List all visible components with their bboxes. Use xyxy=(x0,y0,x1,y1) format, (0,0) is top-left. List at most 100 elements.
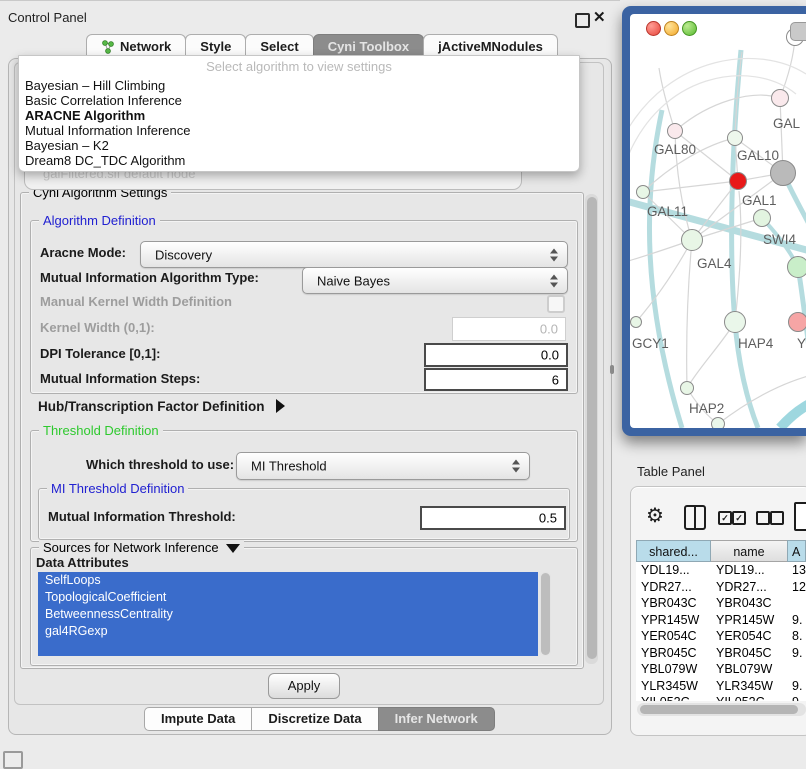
mi-type-value: Naive Bayes xyxy=(317,273,390,288)
select-all-icon[interactable]: ✓ xyxy=(732,511,746,525)
mi-type-combo[interactable]: Naive Bayes xyxy=(302,267,568,294)
export-table-icon[interactable] xyxy=(794,502,806,531)
attribute-item[interactable]: gal4RGexp xyxy=(38,623,538,640)
network-node-gal1[interactable] xyxy=(729,172,747,190)
network-node[interactable] xyxy=(770,160,796,186)
kernel-width-input[interactable]: 0.0 xyxy=(452,317,566,341)
settings-scrollbar[interactable] xyxy=(585,194,598,664)
table-row[interactable]: YDR27...YDR27...12 xyxy=(636,579,806,596)
node-label: GAL1 xyxy=(742,193,777,208)
tab-discretize-data[interactable]: Discretize Data xyxy=(251,707,378,731)
network-node-gcy1[interactable] xyxy=(630,316,642,328)
window-zoom-icon[interactable] xyxy=(682,21,697,36)
collapsed-panel-icon[interactable] xyxy=(3,751,23,769)
table-row[interactable]: YBR045CYBR045C9. xyxy=(636,645,806,662)
attribute-item[interactable]: TopologicalCoefficient xyxy=(38,589,538,606)
mi-threshold-title: MI Threshold Definition xyxy=(47,481,188,497)
table-row[interactable]: YLR345WYLR345W9. xyxy=(636,678,806,695)
network-node-gal[interactable] xyxy=(771,89,789,107)
close-icon[interactable]: ✕ xyxy=(593,8,606,26)
network-icon xyxy=(101,40,115,54)
column-header-name[interactable]: name xyxy=(711,540,787,562)
window-minimize-icon[interactable] xyxy=(664,21,679,36)
network-canvas[interactable]: GALGAL80GAL10GAL1GAL11SWI4GAL4GCY1HAP4YH… xyxy=(630,14,806,428)
network-node-hap4[interactable] xyxy=(724,311,746,333)
which-threshold-combo[interactable]: MI Threshold xyxy=(236,452,530,480)
expand-arrow-icon[interactable] xyxy=(276,399,285,413)
dpi-tolerance-input[interactable]: 0.0 xyxy=(424,343,568,367)
algorithm-option[interactable]: Bayesian – Hill Climbing xyxy=(23,78,575,93)
table-cell: 9. xyxy=(787,694,806,701)
attribute-item[interactable]: BetweennessCentrality xyxy=(38,606,538,623)
node-label: GCY1 xyxy=(632,336,669,351)
algorithm-definition-title: Algorithm Definition xyxy=(39,213,160,229)
deselect-all-icon[interactable] xyxy=(756,511,770,525)
table-row[interactable]: YIL052CYIL052C9. xyxy=(636,694,806,701)
table-row[interactable]: YER054CYER054C8. xyxy=(636,628,806,645)
attribute-item[interactable]: SelfLoops xyxy=(38,572,538,589)
table-row[interactable]: YDL19...YDL19...13 xyxy=(636,562,806,579)
aracne-mode-value: Discovery xyxy=(155,247,212,262)
tab-impute-data[interactable]: Impute Data xyxy=(144,707,252,731)
table-cell xyxy=(787,661,806,678)
column-header-partial[interactable]: A xyxy=(787,540,806,562)
table-cell: 13 xyxy=(787,562,806,579)
table-cell xyxy=(787,595,806,612)
algorithm-option[interactable]: Mutual Information Inference xyxy=(23,123,575,138)
network-node-y[interactable] xyxy=(788,312,806,332)
node-label: GAL xyxy=(773,116,800,131)
columns-icon[interactable] xyxy=(684,505,706,530)
attributes-scrollbar[interactable] xyxy=(540,572,551,656)
dpi-tolerance-label: DPI Tolerance [0,1]: xyxy=(40,346,160,362)
mi-threshold-input[interactable]: 0.5 xyxy=(420,506,566,530)
table-cell: 9. xyxy=(787,678,806,695)
column-header-shared-name[interactable]: shared... xyxy=(636,540,711,562)
collapse-arrow-icon[interactable] xyxy=(226,544,240,553)
select-all-icon[interactable]: ✓ xyxy=(718,511,732,525)
hub-definition-label[interactable]: Hub/Transcription Factor Definition xyxy=(38,399,265,415)
node-label: GAL10 xyxy=(737,148,779,163)
table-row[interactable]: YBL079WYBL079W xyxy=(636,661,806,678)
apply-button[interactable]: Apply xyxy=(268,673,340,699)
node-label: GAL11 xyxy=(647,204,688,219)
window-close-icon[interactable] xyxy=(646,21,661,36)
tab-infer-network[interactable]: Infer Network xyxy=(378,707,495,731)
algorithm-option[interactable]: Bayesian – K2 xyxy=(23,138,575,153)
table-row[interactable]: YBR043CYBR043C xyxy=(636,595,806,612)
stepper-icon xyxy=(550,248,559,261)
table-cell: 9. xyxy=(787,645,806,662)
data-attributes-list[interactable]: SelfLoops TopologicalCoefficient Between… xyxy=(38,572,538,656)
network-nodes-layer: GALGAL80GAL10GAL1GAL11SWI4GAL4GCY1HAP4YH… xyxy=(630,14,806,428)
settings-scrollbar-thumb[interactable] xyxy=(587,197,597,659)
network-node-gal4[interactable] xyxy=(681,229,703,251)
threshold-definition-title: Threshold Definition xyxy=(39,423,163,439)
table-horizontal-scrollbar[interactable] xyxy=(637,703,806,716)
float-window-icon[interactable] xyxy=(575,13,590,28)
network-node-gal80[interactable] xyxy=(667,123,683,139)
table-cell: YDR27... xyxy=(636,579,711,596)
table-row[interactable]: YPR145WYPR145W9. xyxy=(636,612,806,629)
gear-icon[interactable]: ⚙ xyxy=(646,504,664,528)
mi-type-label: Mutual Information Algorithm Type: xyxy=(40,270,259,286)
aracne-mode-combo[interactable]: Discovery xyxy=(140,241,568,268)
network-node-gal10[interactable] xyxy=(727,130,743,146)
mi-threshold-label: Mutual Information Threshold: xyxy=(48,509,236,525)
attributes-scrollbar-thumb[interactable] xyxy=(541,573,550,655)
algorithm-option-selected[interactable]: ARACNE Algorithm xyxy=(23,108,575,123)
table-cell: YBR045C xyxy=(711,645,787,662)
deselect-all-icon[interactable] xyxy=(770,511,784,525)
table-cell: YDL19... xyxy=(636,562,711,579)
mi-steps-input[interactable]: 6 xyxy=(424,368,568,391)
network-node[interactable] xyxy=(787,256,806,278)
stepper-icon xyxy=(550,274,559,287)
network-node-hap2[interactable] xyxy=(680,381,694,395)
splitter-handle[interactable] xyxy=(610,365,614,374)
table-cell: YER054C xyxy=(711,628,787,645)
network-node[interactable] xyxy=(711,417,725,428)
algorithm-option[interactable]: Dream8 DC_TDC Algorithm xyxy=(23,153,575,168)
algorithm-option[interactable]: Basic Correlation Inference xyxy=(23,93,575,108)
network-node-gal11[interactable] xyxy=(636,185,650,199)
manual-kernel-checkbox[interactable] xyxy=(547,295,565,313)
network-node-swi4[interactable] xyxy=(753,209,771,227)
table-hscrollbar-thumb[interactable] xyxy=(640,705,798,714)
